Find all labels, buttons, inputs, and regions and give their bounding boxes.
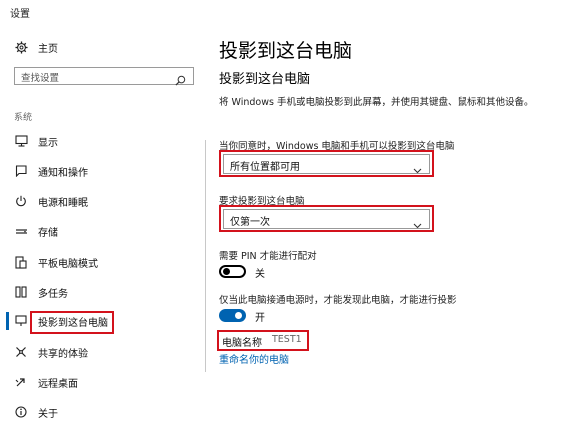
sidebar-item-label: 平板电脑模式: [38, 258, 98, 270]
pc-name-label: 电脑名称: [222, 338, 262, 349]
sidebar-item-label: 关于: [38, 408, 58, 420]
sidebar-home-label: 主页: [38, 43, 58, 55]
gear-icon: [14, 40, 28, 54]
highlight-box-sidebar: [30, 311, 114, 334]
pin-label: 需要 PIN 才能进行配对: [219, 251, 317, 262]
sidebar-item-about[interactable]: 关于: [0, 400, 205, 424]
panel-divider: [205, 140, 206, 372]
chevron-down-icon: [413, 160, 422, 174]
search-placeholder: 查找设置: [21, 73, 60, 84]
power-icon: [14, 194, 28, 208]
sidebar-item-shared-experiences[interactable]: 共享的体验: [0, 340, 205, 364]
sidebar-item-label: 显示: [38, 137, 58, 149]
info-icon: [14, 405, 28, 419]
toggle-knob: [223, 268, 230, 275]
remote-desktop-icon: [14, 375, 28, 389]
availability-dropdown[interactable]: 所有位置都可用: [223, 154, 430, 174]
sidebar-item-multitasking[interactable]: 多任务: [0, 280, 205, 304]
chevron-down-icon: [413, 215, 422, 229]
power-toggle-state: 开: [255, 313, 265, 324]
multitasking-icon: [14, 285, 28, 299]
rename-pc-link[interactable]: 重命名你的电脑: [219, 351, 289, 366]
sidebar-item-storage[interactable]: 存储: [0, 219, 205, 243]
description: 将 Windows 手机或电脑投影到此屏幕，并使用其键盘、鼠标和其他设备。: [219, 97, 534, 108]
sidebar-item-remote-desktop[interactable]: 远程桌面: [0, 370, 205, 394]
notification-icon: [14, 164, 28, 178]
sidebar-item-tablet-mode[interactable]: 平板电脑模式: [0, 250, 205, 274]
sidebar-item-label: 通知和操作: [38, 167, 88, 179]
sidebar-item-label: 共享的体验: [38, 348, 88, 360]
toggle-knob: [235, 312, 242, 319]
window-title: 设置: [10, 9, 30, 20]
search-icon: [175, 71, 187, 86]
power-label: 仅当此电脑接通电源时，才能发现此电脑，才能进行投影: [219, 295, 457, 306]
storage-icon: [14, 224, 28, 238]
sidebar-item-home[interactable]: 主页: [0, 35, 205, 59]
sidebar-item-display[interactable]: 显示: [0, 129, 205, 153]
sidebar-item-label: 存储: [38, 227, 58, 239]
dropdown-value: 仅第一次: [230, 217, 270, 228]
pin-toggle-state: 关: [255, 269, 265, 280]
sidebar-item-power[interactable]: 电源和睡眠: [0, 189, 205, 213]
sidebar-item-label: 远程桌面: [38, 378, 78, 390]
request-dropdown[interactable]: 仅第一次: [223, 209, 430, 229]
page-title: 投影到这台电脑: [219, 40, 353, 62]
section-title: 投影到这台电脑: [219, 72, 311, 87]
sidebar-item-label: 多任务: [38, 288, 68, 300]
pin-toggle[interactable]: [219, 265, 246, 278]
project-icon: [14, 314, 28, 328]
pc-name-value: TEST1: [272, 334, 302, 345]
sidebar-item-label: 电源和睡眠: [38, 197, 88, 209]
tablet-mode-icon: [14, 255, 28, 269]
section-label: 系统: [14, 113, 33, 123]
dropdown-value: 所有位置都可用: [230, 162, 300, 173]
monitor-icon: [14, 134, 28, 148]
sidebar-item-notifications[interactable]: 通知和操作: [0, 159, 205, 183]
shared-experience-icon: [14, 345, 28, 359]
power-toggle[interactable]: [219, 309, 246, 322]
search-input[interactable]: 查找设置: [14, 67, 194, 86]
